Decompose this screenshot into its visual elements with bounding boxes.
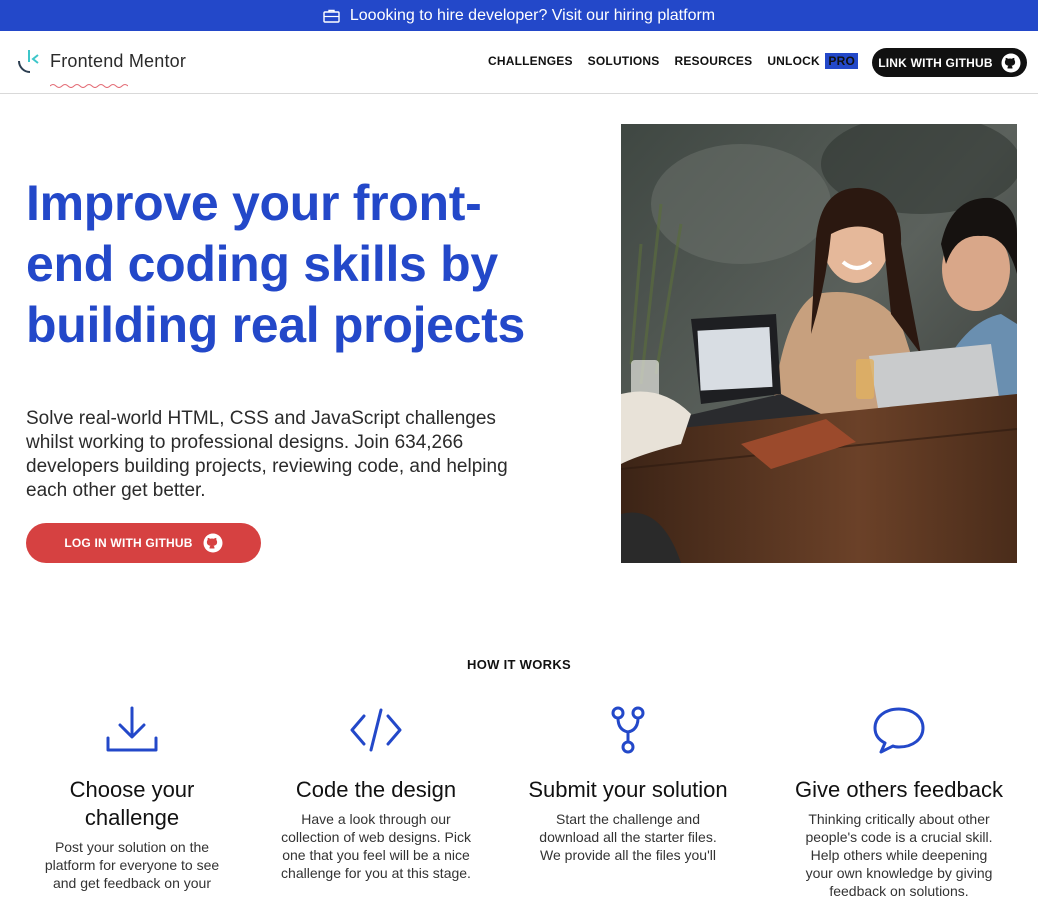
frontend-mentor-logo-icon (18, 50, 39, 73)
hiring-banner[interactable]: Loooking to hire developer? Visit our hi… (0, 0, 1038, 31)
hero-photo (621, 124, 1017, 563)
top-navigation: Frontend Mentor CHALLENGES SOLUTIONS RES… (0, 31, 1038, 94)
step-title: Give others feedback (795, 777, 1003, 802)
step-description: Thinking critically about other people's… (805, 811, 993, 899)
hero-description: Solve real-world HTML, CSS and JavaScrip… (26, 408, 508, 501)
logo-text: Frontend Mentor (50, 50, 187, 71)
code-icon (350, 708, 402, 752)
step-title: Code the design (295, 777, 457, 802)
banner-text: Loooking to hire developer? Visit our hi… (349, 6, 716, 24)
login-github-label: LOG IN WITH GITHUB (64, 536, 193, 550)
logo[interactable]: Frontend Mentor (16, 47, 187, 88)
branch-icon (611, 706, 645, 754)
step-submit-solution: Submit your solution Start the challenge… (518, 704, 738, 864)
nav-links: CHALLENGES SOLUTIONS RESOURCES UNLOCK PR… (488, 53, 858, 69)
pro-badge: PRO (825, 53, 858, 69)
step-title: Choose your challenge (69, 777, 195, 830)
link-with-github-button[interactable]: LINK WITH GITHUB (872, 48, 1027, 77)
nav-unlock-pro-link[interactable]: UNLOCK PRO (767, 53, 858, 69)
step-give-feedback: Give others feedback Thinking critically… (789, 704, 1009, 900)
nav-solutions-link[interactable]: SOLUTIONS (588, 54, 660, 68)
step-title: Submit your solution (528, 777, 728, 802)
login-with-github-button[interactable]: LOG IN WITH GITHUB (26, 523, 261, 563)
chat-bubble-icon (873, 707, 925, 754)
download-icon (106, 706, 158, 752)
step-choose-challenge: Choose your challenge Post your solution… (22, 704, 242, 892)
step-code-design: Code the design Have a look through our … (266, 704, 486, 882)
unlock-label: UNLOCK (767, 54, 820, 68)
github-icon (203, 533, 223, 553)
step-description: Start the challenge and download all the… (539, 811, 717, 863)
developers-photo-illustration (621, 124, 1017, 563)
nav-resources-link[interactable]: RESOURCES (674, 54, 752, 68)
briefcase-icon (323, 9, 340, 23)
github-icon (1001, 53, 1021, 72)
how-it-works-heading: HOW IT WORKS (467, 657, 571, 672)
link-github-label: LINK WITH GITHUB (878, 55, 993, 70)
nav-challenges-link[interactable]: CHALLENGES (488, 54, 573, 68)
hero-title: Improve your front-end coding skills by … (26, 175, 526, 353)
logo-squiggle (50, 84, 128, 88)
step-description: Have a look through our collection of we… (281, 811, 471, 881)
step-description: Post your solution on the platform for e… (44, 839, 220, 891)
